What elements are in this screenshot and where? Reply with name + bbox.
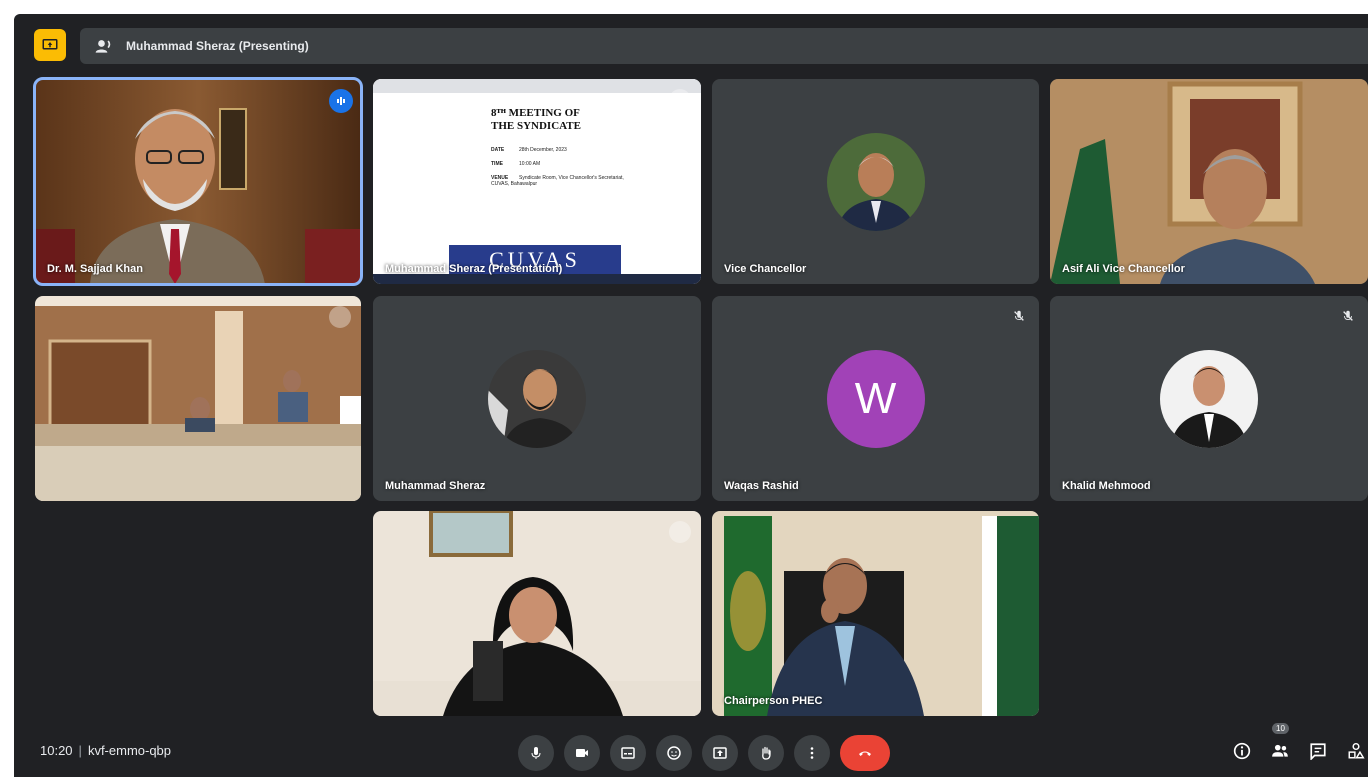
info-icon <box>1233 742 1251 760</box>
present-screen-button[interactable] <box>702 735 738 771</box>
call-controls <box>518 735 890 771</box>
meeting-code: kvf-emmo-qbp <box>87 743 172 758</box>
slide-row-time: TIME 10:00 AM <box>491 161 541 167</box>
present-screen-icon <box>713 747 727 759</box>
participant-name: Vice Chancellor <box>724 263 807 275</box>
participant-name: Muhammad Sheraz (Presentation) <box>385 263 563 275</box>
camera-icon <box>576 749 588 757</box>
more-vert-icon <box>810 747 814 759</box>
bottom-toolbar: 10:20 | kvf-emmo-qbp 10 <box>14 723 1368 777</box>
avatar <box>488 349 586 448</box>
clock-time: 10:20 <box>40 743 73 758</box>
tile-options-icon[interactable] <box>669 89 691 111</box>
hang-up-icon <box>859 751 871 756</box>
participant-tile-conference-room[interactable] <box>35 296 361 501</box>
participant-name: Chairperson PHEC <box>724 695 823 707</box>
browser-chrome <box>373 79 701 93</box>
slide-row-date: DATE 28th December, 2023 <box>491 147 567 153</box>
emoji-icon <box>667 746 681 760</box>
participant-name: Khalid Mehmood <box>1062 480 1151 492</box>
participant-tile-muhammad-sheraz[interactable]: Muhammad Sheraz <box>373 296 701 501</box>
participant-video <box>373 511 701 716</box>
leave-call-button[interactable] <box>840 735 890 771</box>
participant-tile-chairperson-phec[interactable]: Chairperson PHEC <box>712 511 1039 716</box>
people-icon <box>1272 744 1288 757</box>
avatar <box>1160 349 1258 448</box>
slide-heading-line2: THE SYNDICATE <box>491 120 581 132</box>
tile-options-icon[interactable] <box>669 521 691 543</box>
presentation-tile[interactable]: 8ᵀᴴ MEETING OF THE SYNDICATE DATE 28th De… <box>373 79 701 284</box>
raise-hand-button[interactable] <box>748 735 784 771</box>
hand-icon <box>762 746 771 760</box>
presenting-label: Muhammad Sheraz (Presenting) <box>126 39 309 53</box>
meet-window: Muhammad Sheraz (Presenting) Dr. M. Sajj… <box>14 14 1368 777</box>
participant-video <box>712 511 1039 716</box>
presenting-person-icon <box>95 40 111 53</box>
participant-video <box>35 79 361 284</box>
shared-slide: 8ᵀᴴ MEETING OF THE SYNDICATE DATE 28th De… <box>373 79 701 284</box>
participant-tile-woman[interactable] <box>373 511 701 716</box>
tile-options-icon[interactable] <box>329 306 351 328</box>
mic-off-icon <box>1338 306 1358 326</box>
meeting-info: 10:20 | kvf-emmo-qbp <box>40 743 171 758</box>
presentation-icon[interactable] <box>34 29 66 61</box>
separator: | <box>78 743 82 758</box>
participant-tile-asif-ali[interactable]: Asif Ali Vice Chancellor <box>1050 79 1368 284</box>
more-options-button[interactable] <box>794 735 830 771</box>
avatar <box>826 132 925 231</box>
participant-video <box>35 296 361 501</box>
side-controls: 10 <box>1230 723 1368 767</box>
presenting-bar[interactable]: Muhammad Sheraz (Presenting) <box>80 28 1368 64</box>
people-button[interactable]: 10 <box>1268 723 1292 767</box>
captions-button[interactable] <box>610 735 646 771</box>
shapes-icon <box>1348 742 1365 759</box>
meeting-details-button[interactable] <box>1230 735 1254 767</box>
participant-name: Waqas Rashid <box>724 480 799 492</box>
slide-heading-line1: 8ᵀᴴ MEETING OF <box>491 107 580 119</box>
activities-button[interactable] <box>1344 735 1368 767</box>
mic-off-icon <box>1009 306 1029 326</box>
slide-row-venue: VENUE Syndicate Room, Vice Chancellor's S… <box>491 175 624 187</box>
avatar: W <box>826 349 925 448</box>
slide-heading: 8ᵀᴴ MEETING OF THE SYNDICATE <box>491 107 581 133</box>
chat-icon <box>1310 743 1326 760</box>
microphone-button[interactable] <box>518 735 554 771</box>
chat-button[interactable] <box>1306 735 1330 767</box>
captions-icon <box>621 747 635 759</box>
participant-tile-vice-chancellor[interactable]: Vice Chancellor <box>712 79 1039 284</box>
camera-button[interactable] <box>564 735 600 771</box>
participant-tile-waqas-rashid[interactable]: W Waqas Rashid <box>712 296 1039 501</box>
microphone-icon <box>531 747 541 759</box>
taskbar <box>373 274 701 284</box>
speaking-indicator-icon <box>329 89 353 113</box>
participant-name: Muhammad Sheraz <box>385 480 486 492</box>
participant-video <box>1050 79 1368 284</box>
reactions-button[interactable] <box>656 735 692 771</box>
participant-count-badge: 10 <box>1272 723 1289 734</box>
participant-name: Dr. M. Sajjad Khan <box>47 263 143 275</box>
participant-tile-sajjad-khan[interactable]: Dr. M. Sajjad Khan <box>33 77 363 286</box>
participant-name: Asif Ali Vice Chancellor <box>1062 263 1185 275</box>
participant-tile-khalid-mehmood[interactable]: Khalid Mehmood <box>1050 296 1368 501</box>
